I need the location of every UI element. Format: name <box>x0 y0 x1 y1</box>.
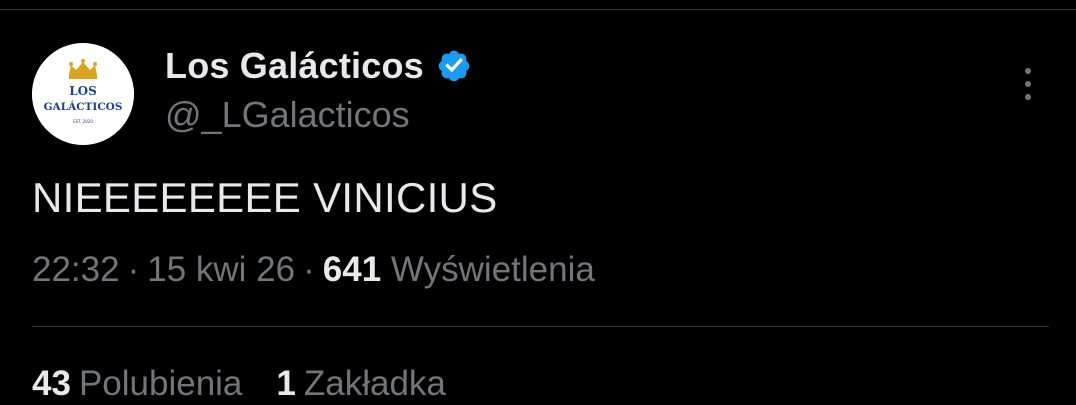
more-vertical-icon-dot <box>1025 81 1031 87</box>
more-options-button[interactable] <box>1010 62 1046 106</box>
author-handle[interactable]: @_LGalacticos <box>165 94 410 136</box>
los-galacticos-logo: LOS GALÁCTICOS EST. 2020 <box>32 43 134 145</box>
views-label: Wyświetlenia <box>390 250 595 289</box>
tweet-text: NIEEEEEEEE VINICIUS <box>32 174 498 221</box>
bookmarks-label: Zakładka <box>303 364 446 403</box>
logo-line1: LOS <box>69 84 97 98</box>
verified-badge-icon[interactable] <box>436 48 472 84</box>
tweet-date[interactable]: 15 kwi 26 <box>147 250 295 289</box>
bookmarks-count: 1 <box>276 364 296 403</box>
tweet-meta: 22:32 · 15 kwi 26 · 641 Wyświetlenia <box>32 250 595 290</box>
more-vertical-icon <box>1025 68 1031 74</box>
avatar[interactable]: LOS GALÁCTICOS EST. 2020 <box>32 43 134 145</box>
logo-line2: GALÁCTICOS <box>44 99 123 113</box>
likes-label: Polubienia <box>78 364 243 403</box>
display-name[interactable]: Los Galácticos <box>165 45 424 87</box>
tweet-detail: LOS GALÁCTICOS EST. 2020 Los Galácticos … <box>0 0 1076 405</box>
meta-separator: · <box>127 250 140 289</box>
views-count: 641 <box>322 250 382 289</box>
meta-separator: · <box>303 250 315 289</box>
more-vertical-icon-dot <box>1025 94 1031 100</box>
author-name-row: Los Galácticos <box>165 42 472 90</box>
top-divider <box>0 9 1076 10</box>
engagement-stats: 43 Polubienia 1 Zakładka <box>32 364 446 404</box>
likes-stat[interactable]: 43 Polubienia <box>32 364 242 404</box>
bookmarks-stat[interactable]: 1 Zakładka <box>276 364 446 404</box>
tweet-time[interactable]: 22:32 <box>32 250 120 289</box>
logo-small: EST. 2020 <box>73 119 93 124</box>
divider <box>32 326 1049 327</box>
likes-count: 43 <box>32 364 71 403</box>
